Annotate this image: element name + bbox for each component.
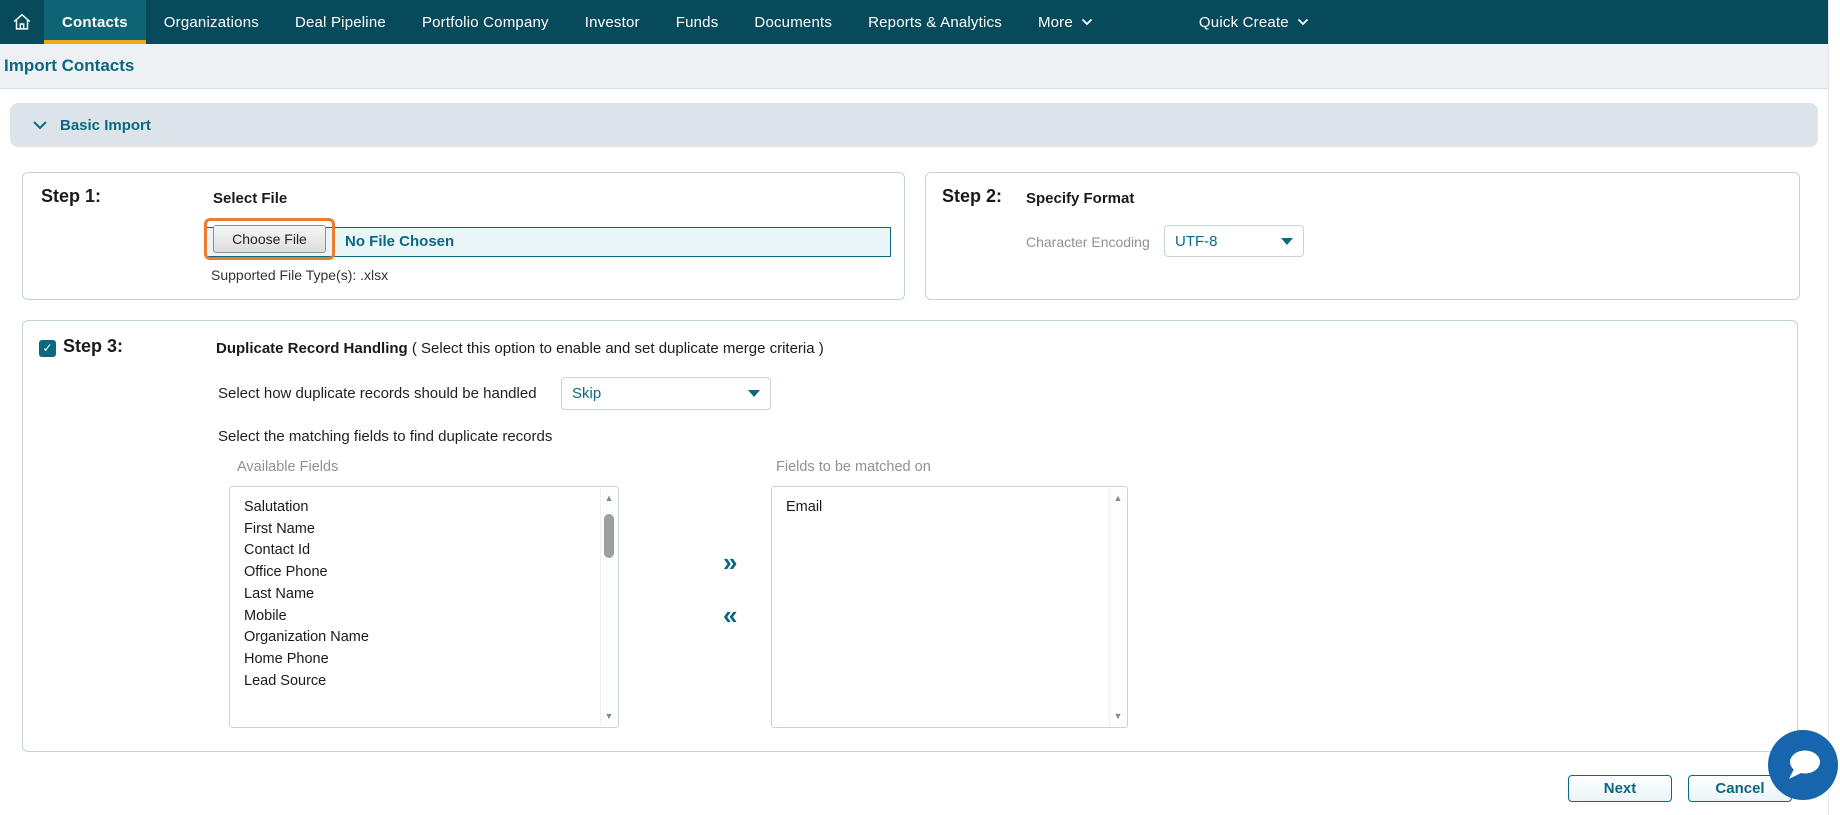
nav-tab-label: Reports & Analytics — [868, 14, 1002, 31]
step1-box: Step 1: Select File Choose File No File … — [22, 172, 905, 300]
scroll-down-icon[interactable]: ▼ — [601, 709, 617, 723]
page-header: Import Contacts — [0, 44, 1828, 89]
top-navbar: Contacts Organizations Deal Pipeline Por… — [0, 0, 1828, 44]
step2-heading: Specify Format — [1026, 190, 1134, 207]
chevron-down-icon — [1081, 18, 1093, 26]
character-encoding-select[interactable]: UTF-8 — [1164, 225, 1304, 257]
duplicate-handling-select[interactable]: Skip — [561, 377, 771, 410]
matched-fields-scrollbar[interactable]: ▲ ▼ — [1109, 488, 1126, 726]
step1-title: Step 1: — [41, 186, 101, 207]
checkmark-icon: ✓ — [42, 341, 52, 355]
available-fields-items: Salutation First Name Contact Id Office … — [230, 497, 598, 692]
nav-menu-more[interactable]: More — [1020, 0, 1111, 44]
list-item[interactable]: Last Name — [230, 584, 598, 606]
scrollbar-thumb[interactable] — [604, 514, 614, 558]
nav-tab-investor[interactable]: Investor — [567, 0, 658, 44]
nav-tab-reports-analytics[interactable]: Reports & Analytics — [850, 0, 1020, 44]
matched-fields-items: Email — [772, 497, 1107, 519]
matching-fields-instruction: Select the matching fields to find dupli… — [218, 428, 552, 445]
nav-tab-label: Deal Pipeline — [295, 14, 386, 31]
list-item[interactable]: Organization Name — [230, 627, 598, 649]
dropdown-caret-icon — [1281, 238, 1293, 245]
available-fields-label: Available Fields — [237, 459, 338, 475]
page-scrollbar[interactable] — [1828, 0, 1840, 815]
choose-file-button[interactable]: Choose File — [213, 225, 326, 253]
nav-tab-contacts[interactable]: Contacts — [44, 0, 146, 44]
nav-tab-label: More — [1038, 14, 1073, 31]
nav-tab-organizations[interactable]: Organizations — [146, 0, 277, 44]
chevron-down-icon — [1297, 18, 1309, 26]
step3-heading-note: ( Select this option to enable and set d… — [412, 340, 824, 357]
available-fields-listbox[interactable]: Salutation First Name Contact Id Office … — [229, 486, 619, 728]
nav-tab-label: Investor — [585, 14, 640, 31]
list-item[interactable]: Home Phone — [230, 649, 598, 671]
matched-fields-listbox[interactable]: Email ▲ ▼ — [771, 486, 1128, 728]
chat-launcher-button[interactable] — [1768, 730, 1838, 800]
next-button[interactable]: Next — [1568, 775, 1672, 802]
panel-title: Basic Import — [60, 117, 151, 134]
list-item[interactable]: Office Phone — [230, 562, 598, 584]
nav-tab-documents[interactable]: Documents — [736, 0, 850, 44]
step2-box: Step 2: Specify Format Character Encodin… — [925, 172, 1800, 300]
nav-tab-deal-pipeline[interactable]: Deal Pipeline — [277, 0, 404, 44]
dropdown-caret-icon — [748, 390, 760, 397]
chevron-down-icon — [32, 120, 48, 130]
scroll-up-icon[interactable]: ▲ — [1110, 491, 1126, 505]
nav-tab-label: Organizations — [164, 14, 259, 31]
step3-checkbox[interactable]: ✓ — [39, 340, 56, 357]
move-right-button[interactable]: » — [723, 549, 737, 575]
available-fields-scrollbar[interactable]: ▲ ▼ — [600, 488, 617, 726]
nav-menu-quick-create[interactable]: Quick Create — [1181, 0, 1327, 44]
import-contacts-page: Contacts Organizations Deal Pipeline Por… — [0, 0, 1840, 815]
home-icon — [11, 11, 33, 33]
duplicate-handling-value: Skip — [572, 385, 601, 402]
list-item[interactable]: Mobile — [230, 606, 598, 628]
nav-tab-label: Contacts — [62, 14, 128, 31]
step3-box: ✓ Step 3: Duplicate Record Handling ( Se… — [22, 320, 1798, 752]
scroll-up-icon[interactable]: ▲ — [601, 491, 617, 505]
nav-tab-label: Documents — [754, 14, 832, 31]
nav-tab-label: Funds — [676, 14, 719, 31]
list-item[interactable]: Lead Source — [230, 671, 598, 693]
supported-file-types: Supported File Type(s): .xlsx — [211, 267, 388, 283]
list-item[interactable]: Contact Id — [230, 540, 598, 562]
basic-import-panel-toggle[interactable]: Basic Import — [10, 103, 1818, 147]
character-encoding-value: UTF-8 — [1175, 233, 1218, 250]
move-left-button[interactable]: « — [723, 602, 737, 628]
step3-heading: Duplicate Record Handling — [216, 340, 408, 357]
scroll-down-icon[interactable]: ▼ — [1110, 709, 1126, 723]
nav-tab-funds[interactable]: Funds — [658, 0, 737, 44]
step2-title: Step 2: — [942, 186, 1002, 207]
nav-tab-label: Portfolio Company — [422, 14, 549, 31]
page-title: Import Contacts — [4, 56, 134, 76]
list-item[interactable]: Email — [772, 497, 1107, 519]
duplicate-handling-label: Select how duplicate records should be h… — [218, 385, 537, 402]
list-item[interactable]: Salutation — [230, 497, 598, 519]
chat-bubble-icon — [1781, 743, 1825, 787]
matched-fields-label: Fields to be matched on — [776, 459, 931, 475]
nav-tab-portfolio-company[interactable]: Portfolio Company — [404, 0, 567, 44]
character-encoding-label: Character Encoding — [1026, 234, 1150, 250]
list-item[interactable]: First Name — [230, 519, 598, 541]
nav-tab-label: Quick Create — [1199, 14, 1289, 31]
home-button[interactable] — [0, 0, 44, 44]
file-status-text: No File Chosen — [345, 233, 454, 250]
step3-title: Step 3: — [63, 336, 123, 357]
step1-heading: Select File — [213, 190, 287, 207]
